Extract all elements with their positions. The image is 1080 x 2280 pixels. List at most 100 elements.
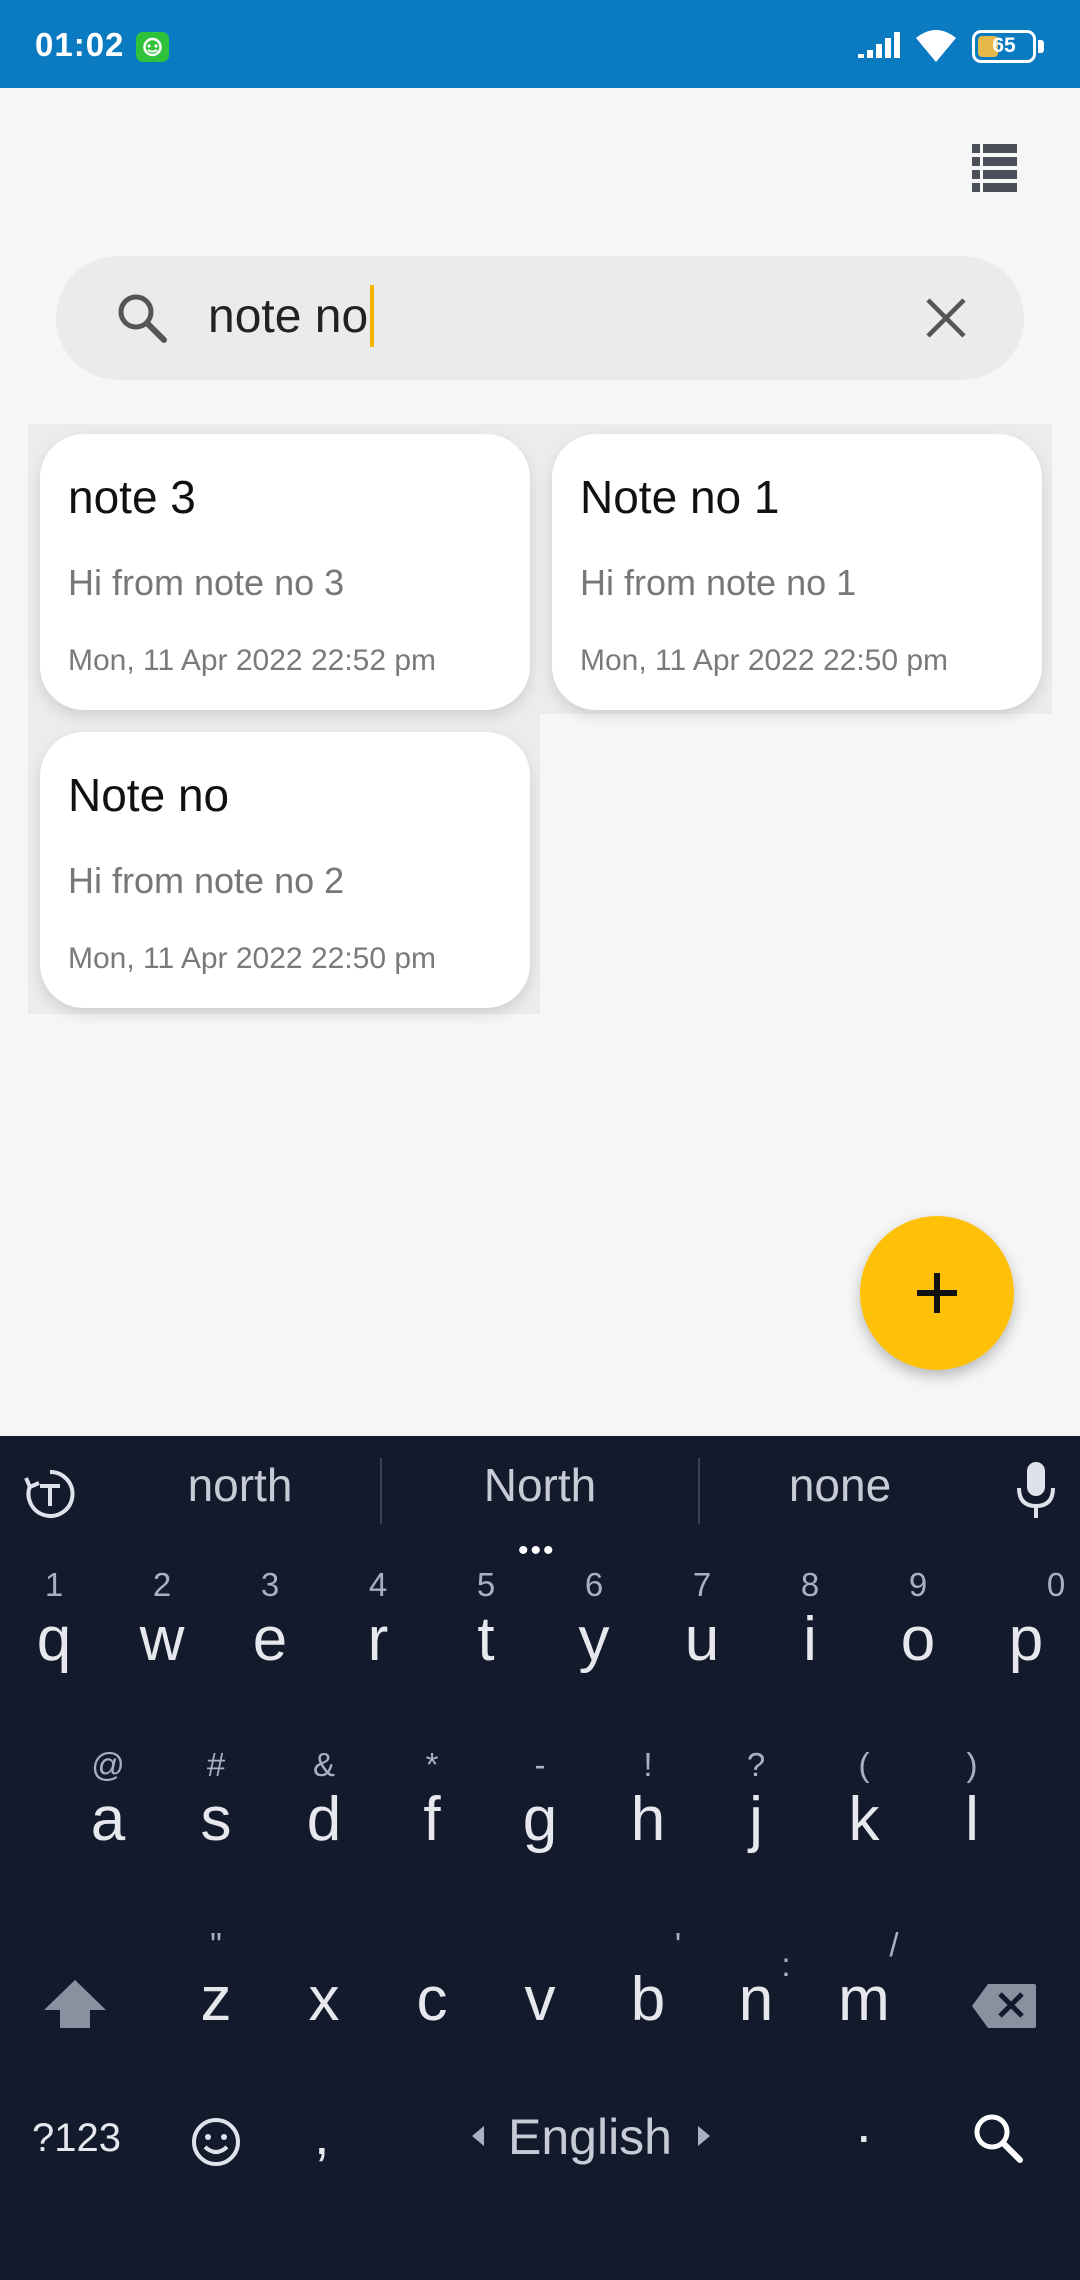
key-label: f [423, 1785, 441, 1854]
key-label: o [900, 1605, 936, 1674]
key-hint: " [210, 1926, 222, 1963]
note-body: Hi from note no 2 [68, 860, 345, 901]
key-x[interactable]: x [274, 1926, 374, 2066]
key-a[interactable]: @ a [58, 1746, 158, 1886]
status-bar: 01:02 65 [0, 0, 1080, 88]
note-date: Mon, 11 Apr 2022 22:50 pm [580, 644, 949, 677]
key-d[interactable]: & d [274, 1746, 374, 1886]
key-label: z [200, 1965, 232, 2034]
suggestion-2[interactable]: North [420, 1458, 660, 1512]
key-f[interactable]: * f [382, 1746, 482, 1886]
battery-tip [1038, 40, 1044, 53]
search-input[interactable]: note no [208, 282, 828, 352]
key-r[interactable]: 4r [328, 1566, 428, 1706]
key-hint: 8 [800, 1566, 820, 1603]
list-view-icon[interactable] [960, 140, 1024, 196]
key-hint: 0 [1046, 1566, 1066, 1603]
key-y[interactable]: 6y [544, 1566, 644, 1706]
battery-icon: 65 [972, 30, 1036, 63]
backspace-icon[interactable] [970, 1982, 1038, 2030]
key-t[interactable]: 5t [436, 1566, 536, 1706]
search-key-icon[interactable] [970, 2110, 1026, 2166]
key-hint: - [534, 1746, 546, 1783]
key-w[interactable]: 2w [112, 1566, 212, 1706]
period-key[interactable]: . [856, 2090, 872, 2155]
key-c[interactable]: c [382, 1926, 482, 2066]
text-correction-icon[interactable] [22, 1466, 78, 1522]
key-label: t [477, 1605, 495, 1674]
key-z[interactable]: " z [166, 1926, 266, 2066]
key-label: p [1008, 1605, 1044, 1674]
key-s[interactable]: # s [166, 1746, 266, 1886]
key-label: i [803, 1605, 817, 1674]
key-label: s [200, 1785, 232, 1854]
key-k[interactable]: (k [814, 1746, 914, 1886]
space-bar[interactable]: English [460, 2102, 720, 2182]
key-u[interactable]: 7u [652, 1566, 752, 1706]
key-label: e [252, 1605, 288, 1674]
note-card[interactable]: note 3 Hi from note no 3 Mon, 11 Apr 202… [40, 434, 530, 710]
suggestion-3[interactable]: none [720, 1458, 960, 1512]
note-body: Hi from note no 1 [580, 562, 857, 603]
key-label: n [738, 1965, 774, 2034]
key-hint: 5 [476, 1566, 496, 1603]
key-hint: 6 [584, 1566, 604, 1603]
key-label: x [308, 1965, 340, 2034]
search-bar[interactable]: note no [56, 256, 1024, 380]
key-p[interactable]: 0p [976, 1566, 1076, 1706]
note-card[interactable]: Note no Hi from note no 2 Mon, 11 Apr 20… [40, 732, 530, 1008]
key-m[interactable]: / m [814, 1926, 914, 2066]
key-label: r [367, 1605, 389, 1674]
note-title: Note no 1 [580, 471, 780, 523]
key-hint: ? [746, 1746, 766, 1783]
add-note-button[interactable] [860, 1216, 1014, 1370]
app-notification-icon [136, 32, 169, 62]
wifi-icon [916, 30, 956, 62]
arrow-left-icon [472, 2126, 484, 2146]
key-l[interactable]: ) l [922, 1746, 1022, 1886]
key-hint: ! [643, 1746, 653, 1783]
key-label: g [522, 1785, 558, 1854]
key-label: d [306, 1785, 342, 1854]
key-j[interactable]: ? j [706, 1746, 806, 1886]
suggestion-divider [698, 1458, 700, 1524]
key-hint: * [425, 1746, 439, 1783]
space-language-label: English [508, 2109, 672, 2165]
key-v[interactable]: v [490, 1926, 590, 2066]
comma-key[interactable]: , [314, 2102, 330, 2167]
key-g[interactable]: -g [490, 1746, 590, 1886]
shift-icon[interactable] [40, 1976, 110, 2032]
emoji-icon[interactable] [190, 2116, 242, 2168]
key-hint: 7 [692, 1566, 712, 1603]
key-hint: ) [966, 1746, 978, 1783]
text-caret [370, 285, 375, 348]
suggestion-1[interactable]: north [120, 1458, 360, 1512]
key-hint: 9 [908, 1566, 928, 1603]
key-n[interactable]: :n [706, 1926, 806, 2066]
key-label: w [139, 1605, 185, 1674]
search-input-value: note no [208, 290, 369, 343]
key-q[interactable]: 1q [4, 1566, 104, 1706]
suggestion-divider [380, 1458, 382, 1524]
key-hint: / [889, 1926, 899, 1963]
close-icon[interactable] [924, 296, 968, 340]
key-label: v [524, 1965, 556, 2034]
soft-keyboard: north North none ••• 1q 2w 3e 4r 5t 6y 7… [0, 1436, 1080, 2280]
key-h[interactable]: ! h [598, 1746, 698, 1886]
key-i[interactable]: 8i [760, 1566, 860, 1706]
more-suggestions-indicator: ••• [518, 1534, 556, 1567]
key-e[interactable]: 3e [220, 1566, 320, 1706]
note-card[interactable]: Note no 1 Hi from note no 1 Mon, 11 Apr … [552, 434, 1042, 710]
battery-level: 65 [992, 34, 1016, 57]
note-date: Mon, 11 Apr 2022 22:50 pm [68, 942, 437, 975]
key-hint: ( [858, 1746, 870, 1783]
key-label: u [684, 1605, 720, 1674]
key-hint: 2 [152, 1566, 172, 1603]
key-label: k [848, 1785, 880, 1854]
symbols-key[interactable]: ?123 [32, 2116, 121, 2161]
key-b[interactable]: ' b [598, 1926, 698, 2066]
microphone-icon[interactable] [1014, 1460, 1058, 1520]
key-o[interactable]: 9o [868, 1566, 968, 1706]
key-label: h [630, 1785, 666, 1854]
key-label: m [838, 1965, 890, 2034]
